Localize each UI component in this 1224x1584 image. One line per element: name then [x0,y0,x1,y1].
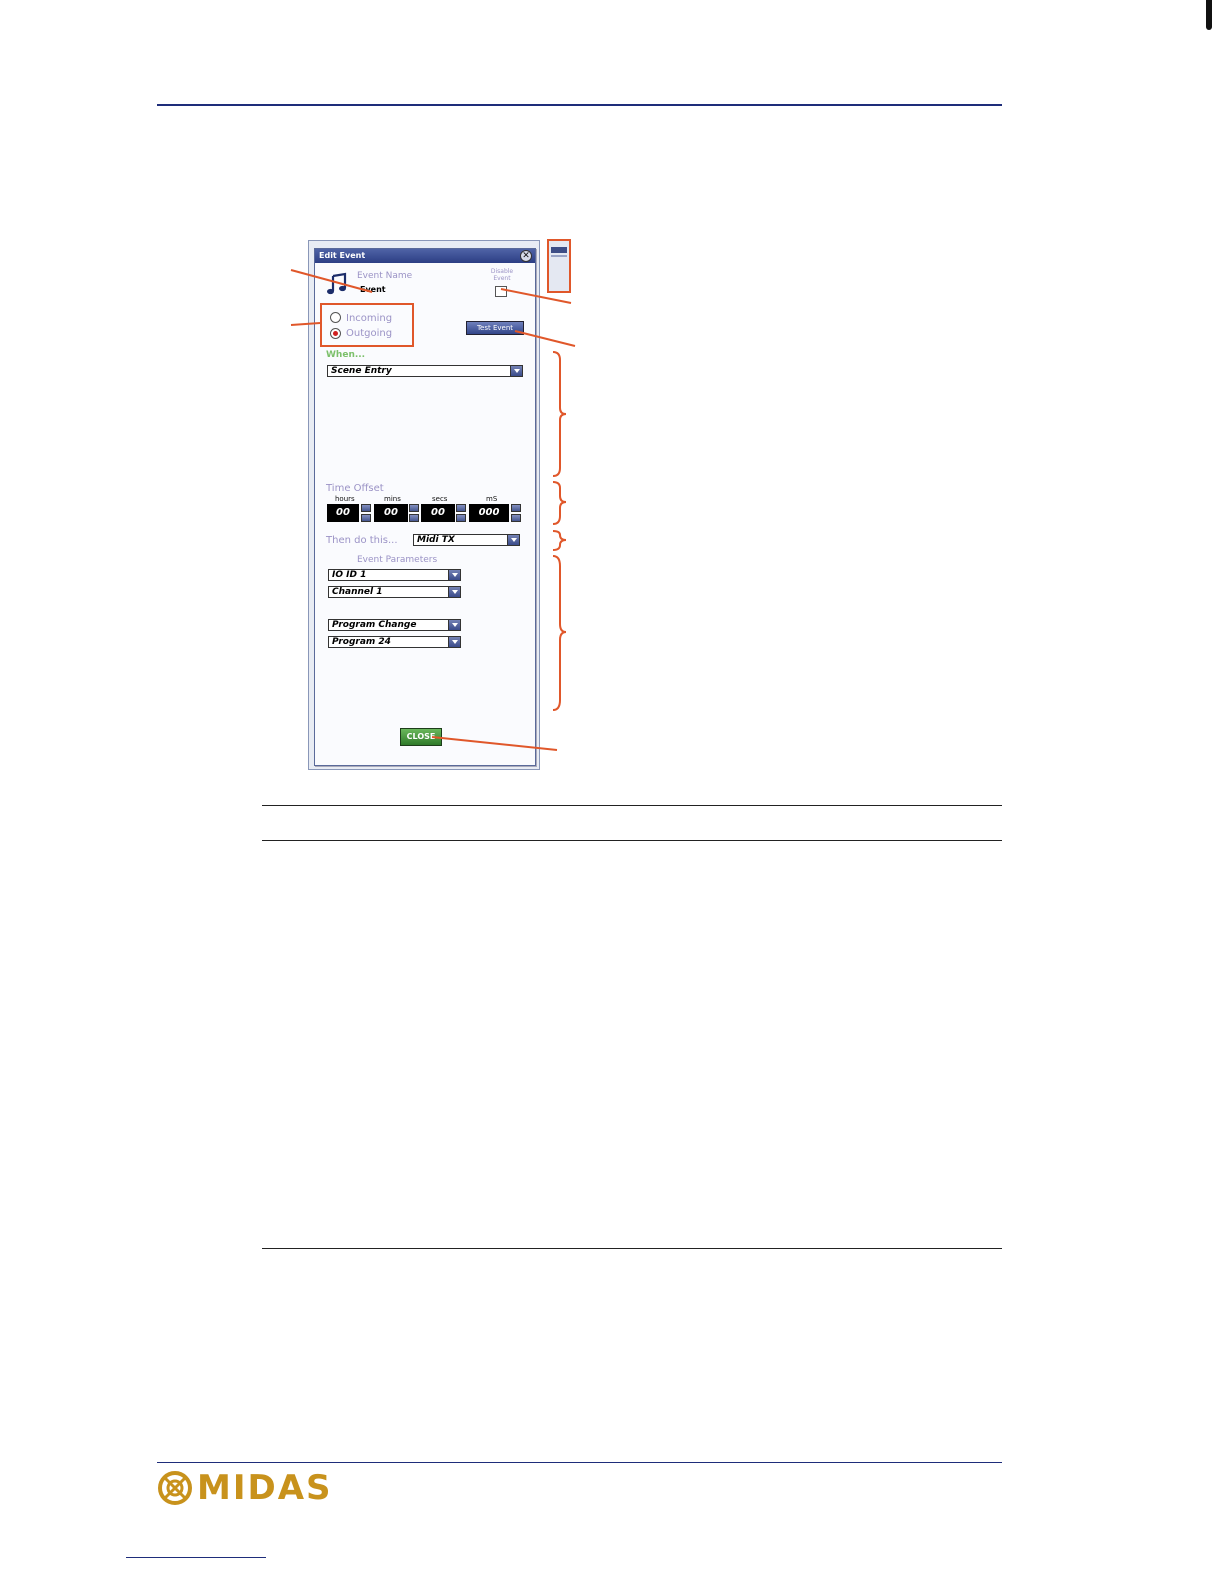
brace-then [552,530,567,551]
footer-rule [157,1462,1002,1463]
callout-line-close [431,736,558,751]
callout-line-test [514,330,576,347]
callout-line-direction [290,322,321,326]
callout-line-disable [500,288,572,304]
brace-when [552,351,567,477]
footer-link-underline [126,1557,266,1558]
caption-rule-top [262,805,1002,806]
brace-parameters [552,555,567,711]
caption-rule-bottom [262,840,1002,841]
section-rule [262,1248,1002,1249]
midas-logo-text: MIDAS [197,1468,333,1508]
callout-line-event-name [290,269,373,293]
midas-logo: MIDAS [157,1470,369,1506]
brace-time-offset [552,481,567,525]
callout-overlay [290,269,576,751]
